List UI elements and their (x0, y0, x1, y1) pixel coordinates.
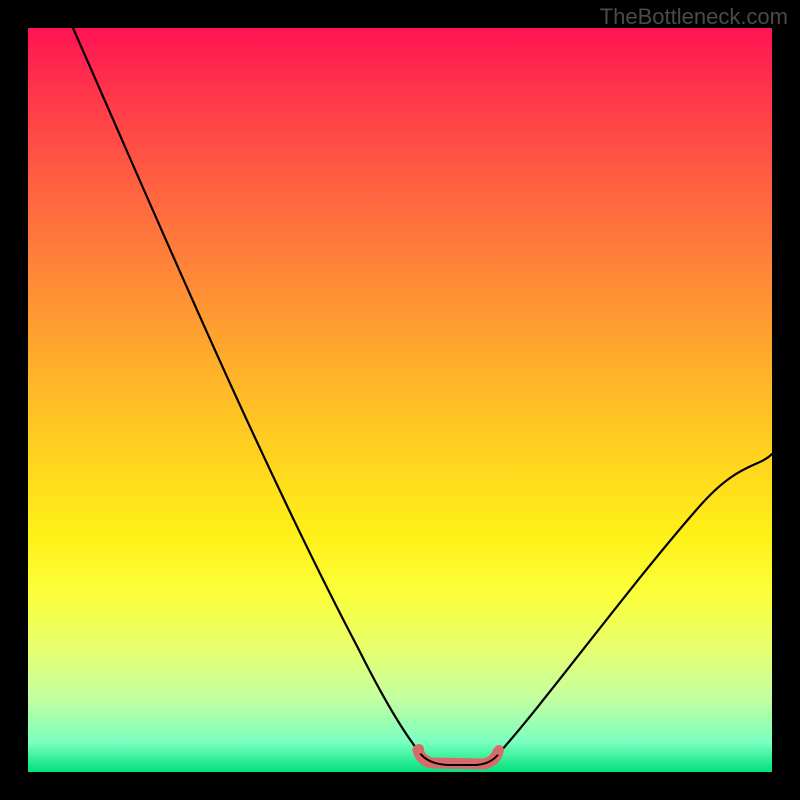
watermark-text: TheBottleneck.com (600, 4, 788, 30)
band-dot-left (414, 744, 424, 754)
curve-flat (420, 752, 500, 765)
band-dot-right (494, 745, 504, 755)
curve-left (73, 28, 420, 753)
bottleneck-curve (28, 28, 772, 772)
chart-plot-area (28, 28, 772, 772)
sweet-spot-band (418, 750, 498, 764)
curve-right (500, 454, 772, 752)
